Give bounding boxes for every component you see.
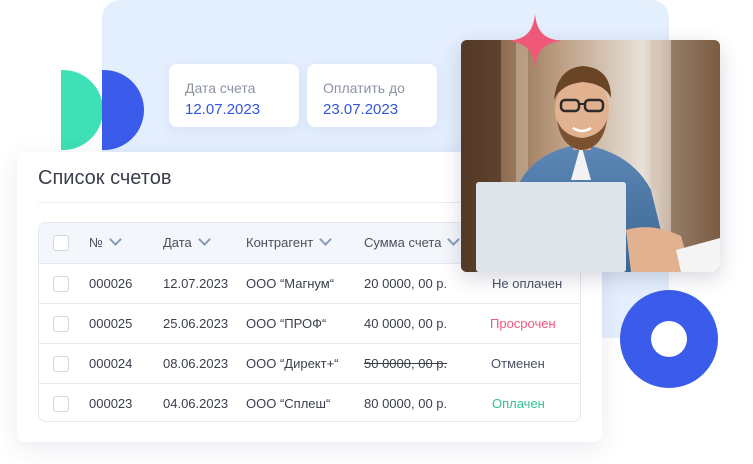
row-checkbox[interactable] xyxy=(53,396,69,412)
chevron-down-icon xyxy=(447,233,461,246)
invoice-amount: 20 0000, 00 р. xyxy=(364,276,448,291)
column-header-counterparty[interactable]: Контрагент xyxy=(246,223,333,263)
table-row[interactable]: 000025 25.06.2023 ООО “ПРОФ“ 40 0000, 00… xyxy=(39,303,580,343)
invoice-amount: 80 0000, 00 р. xyxy=(364,396,448,411)
invoice-amount: 40 0000, 00 р. xyxy=(364,316,448,331)
chevron-down-icon xyxy=(319,233,333,246)
column-header-label: Дата xyxy=(163,235,192,250)
invoice-number: 000026 xyxy=(89,276,133,291)
column-header-date[interactable]: Дата xyxy=(163,223,211,263)
invoice-counterparty: ООО “Магнум“ xyxy=(246,276,335,291)
invoice-date-card: Дата счета 12.07.2023 xyxy=(169,64,299,127)
chevron-down-icon xyxy=(197,233,211,246)
invoice-number: 000025 xyxy=(89,316,133,331)
chevron-down-icon xyxy=(109,233,122,246)
invoice-amount: 50 0000, 00 р. xyxy=(364,356,448,371)
column-header-label: Контрагент xyxy=(246,235,314,250)
sparkle-star-icon xyxy=(508,14,562,68)
pay-until-label: Оплатить до xyxy=(323,80,405,96)
column-header-label: № xyxy=(89,235,103,250)
decorative-green-half-circle xyxy=(61,70,103,150)
invoice-counterparty: ООО “Директ+“ xyxy=(246,356,339,371)
pay-until-card: Оплатить до 23.07.2023 xyxy=(307,64,437,127)
invoice-date: 12.07.2023 xyxy=(163,276,229,291)
invoice-counterparty: ООО “Сплеш“ xyxy=(246,396,331,411)
invoice-counterparty: ООО “ПРОФ“ xyxy=(246,316,327,331)
row-checkbox[interactable] xyxy=(53,316,69,332)
invoice-number: 000023 xyxy=(89,396,133,411)
status-badge: Оплачен xyxy=(492,396,545,411)
photo-illustration xyxy=(461,40,720,272)
invoice-date: 25.06.2023 xyxy=(163,316,229,331)
column-header-label: Сумма счета xyxy=(364,235,442,250)
row-checkbox[interactable] xyxy=(53,276,69,292)
table-row[interactable]: 000023 04.06.2023 ООО “Сплеш“ 80 0000, 0… xyxy=(39,383,580,421)
pay-until-value: 23.07.2023 xyxy=(323,101,399,118)
invoice-date-value: 12.07.2023 xyxy=(185,101,261,118)
status-badge: Отменен xyxy=(491,356,545,371)
invoice-date: 08.06.2023 xyxy=(163,356,229,371)
page-title: Список счетов xyxy=(38,167,172,189)
invoice-date: 04.06.2023 xyxy=(163,396,229,411)
invoice-number: 000024 xyxy=(89,356,133,371)
status-badge: Просрочен xyxy=(490,316,556,331)
invoice-date-label: Дата счета xyxy=(185,80,256,96)
row-checkbox[interactable] xyxy=(53,356,69,372)
column-header-number[interactable]: № xyxy=(89,223,122,263)
table-row[interactable]: 000024 08.06.2023 ООО “Директ+“ 50 0000,… xyxy=(39,343,580,383)
column-header-amount[interactable]: Сумма счета xyxy=(364,223,461,263)
select-all-checkbox[interactable] xyxy=(53,235,69,251)
person-with-laptop-photo xyxy=(461,40,720,272)
decorative-blue-ring xyxy=(620,290,718,388)
